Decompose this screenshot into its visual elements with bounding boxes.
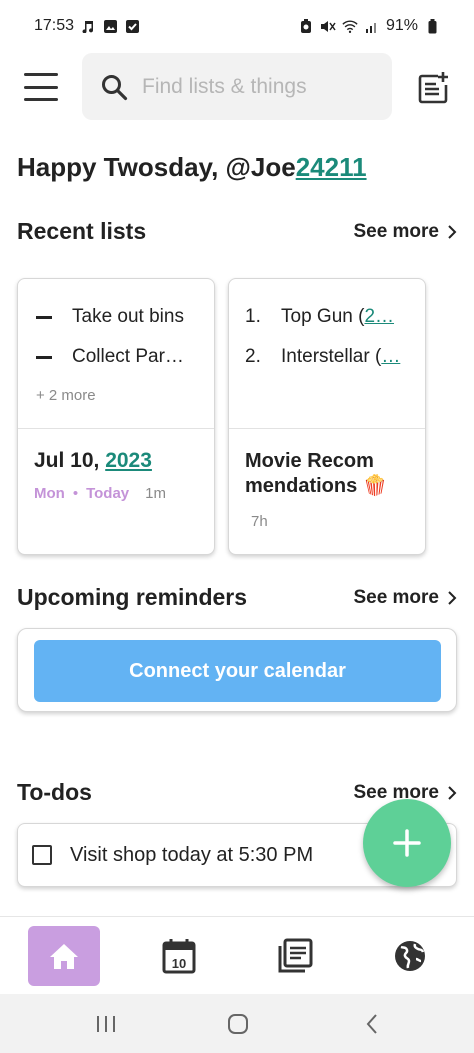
- username-number-link[interactable]: 24211: [296, 152, 367, 182]
- back-chevron-icon: [366, 1014, 377, 1034]
- dash-bullet-icon: [36, 315, 52, 319]
- menu-icon-line: [24, 98, 58, 101]
- list-item-text: Collect Par…: [72, 346, 184, 367]
- card-items: Take out bins Collect Par… + 2 more: [18, 279, 214, 429]
- nav-home[interactable]: [28, 926, 100, 986]
- battery-percent: 91%: [385, 17, 418, 34]
- card-age: 1m: [145, 485, 166, 502]
- battery-icon: [424, 18, 440, 34]
- search-input[interactable]: [142, 74, 372, 99]
- mute-icon: [320, 18, 336, 34]
- wifi-icon: [342, 18, 358, 34]
- calendar-day: 10: [172, 956, 186, 971]
- card-footer: Movie Recom mendations 🍿 7h: [229, 429, 425, 550]
- list-item: 2. Interstellar (…: [245, 337, 409, 377]
- battery-saver-icon: [298, 18, 314, 34]
- see-more-label: See more: [353, 586, 439, 608]
- chevron-right-icon: [448, 785, 457, 800]
- dash-bullet-icon: [36, 355, 52, 359]
- recent-list-card[interactable]: 1. Top Gun (2… 2. Interstellar (… Movie …: [228, 278, 426, 555]
- list-item: 1. Top Gun (2…: [245, 297, 409, 337]
- music-note-icon: [80, 18, 96, 34]
- list-item-text: Interstellar (: [281, 346, 382, 367]
- more-count: + 2 more: [36, 387, 96, 404]
- status-right: 91%: [298, 17, 440, 35]
- list-item: Collect Par…: [34, 337, 198, 377]
- todos-title: To-dos: [17, 779, 92, 805]
- recent-apps-icon: [97, 1016, 115, 1032]
- greeting-heading: Happy Twosday, @Joe24211: [17, 152, 367, 183]
- day-label-today: Today: [86, 485, 130, 502]
- home-circle-icon: [228, 1014, 248, 1034]
- nav-explore[interactable]: [374, 926, 446, 986]
- reminders-header: Upcoming reminders See more: [17, 584, 457, 611]
- date-text: Jul 10,: [34, 449, 106, 472]
- day-separator: •: [72, 485, 79, 502]
- list-item: Take out bins: [34, 297, 198, 337]
- recent-list-card[interactable]: Take out bins Collect Par… + 2 more Jul …: [17, 278, 215, 555]
- back-button[interactable]: [360, 1012, 384, 1036]
- calendar-icon: 10: [162, 939, 196, 974]
- menu-icon-line: [24, 85, 58, 89]
- plus-icon: [393, 829, 421, 857]
- card-age: 7h: [251, 513, 268, 530]
- chevron-right-icon: [448, 224, 457, 239]
- reminders-card: Connect your calendar: [17, 628, 457, 712]
- home-system-button[interactable]: [226, 1012, 250, 1036]
- reminders-see-more[interactable]: See more: [353, 587, 457, 609]
- nav-calendar[interactable]: 10: [143, 926, 215, 986]
- chevron-right-icon: [448, 590, 457, 605]
- status-time: 17:53: [34, 17, 75, 34]
- lists-icon: [278, 938, 313, 973]
- recent-apps-button[interactable]: [94, 1012, 118, 1036]
- todo-text: Visit shop today at 5:30 PM: [70, 843, 314, 866]
- nav-lists[interactable]: [259, 926, 331, 986]
- recent-lists-title: Recent lists: [17, 218, 147, 244]
- new-list-icon: [418, 72, 448, 104]
- add-fab-button[interactable]: [363, 799, 451, 887]
- top-bar: [0, 53, 474, 121]
- reminders-title: Upcoming reminders: [17, 584, 248, 610]
- card-meta: Mon • Today 1m: [34, 485, 198, 502]
- card-title: Movie Recom mendations 🍿: [245, 450, 388, 497]
- card-date: Jul 10, 2023: [34, 449, 198, 473]
- todo-checkbox[interactable]: [32, 845, 52, 865]
- status-left: 17:53: [34, 17, 140, 35]
- signal-icon: [364, 18, 380, 34]
- list-item-text: Top Gun (: [281, 306, 365, 327]
- new-list-button[interactable]: [416, 71, 450, 105]
- item-number: 1.: [245, 306, 261, 327]
- see-more-label: See more: [353, 220, 439, 242]
- search-icon: [102, 74, 128, 100]
- list-item-text: Take out bins: [72, 306, 184, 327]
- menu-button[interactable]: [24, 73, 58, 101]
- search-bar[interactable]: [82, 53, 392, 120]
- status-bar: 17:53 91%: [0, 0, 474, 52]
- recent-lists-header: Recent lists See more: [17, 218, 457, 245]
- bottom-nav: 10: [0, 916, 474, 994]
- card-items: 1. Top Gun (2… 2. Interstellar (…: [229, 279, 425, 429]
- recent-lists-see-more[interactable]: See more: [353, 221, 457, 243]
- day-label: Mon: [34, 485, 65, 502]
- item-number: 2.: [245, 346, 261, 367]
- greeting-text: Happy Twosday, @Joe: [17, 152, 296, 182]
- checkbox-icon: [124, 18, 140, 34]
- item-link[interactable]: …: [381, 346, 400, 368]
- home-icon: [50, 944, 78, 969]
- globe-icon: [395, 941, 425, 971]
- date-year-link[interactable]: 2023: [105, 449, 152, 472]
- card-footer: Jul 10, 2023 Mon • Today 1m: [18, 429, 214, 522]
- menu-icon-line: [24, 73, 58, 76]
- item-link[interactable]: 2…: [364, 306, 394, 328]
- image-icon: [102, 18, 118, 34]
- connect-calendar-button[interactable]: Connect your calendar: [34, 640, 441, 702]
- system-nav-bar: [0, 994, 474, 1053]
